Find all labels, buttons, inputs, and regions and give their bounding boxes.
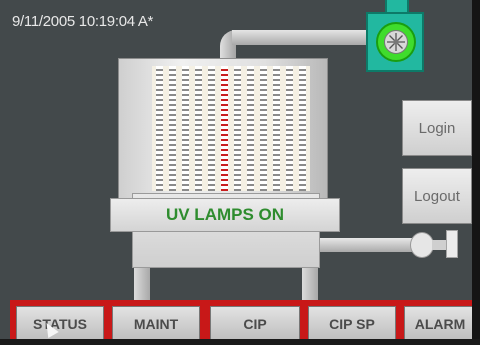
outlet-pipe <box>320 238 420 252</box>
fan-icon <box>384 30 408 54</box>
screen-bezel-bottom <box>0 339 480 345</box>
fan-blades-icon <box>387 33 405 51</box>
datetime-display: 9/11/2005 10:19:04 A* <box>12 13 154 30</box>
uv-lamp-tube <box>273 66 280 191</box>
valve-stem <box>432 240 446 250</box>
logout-button[interactable]: Logout <box>402 168 472 224</box>
valve-handle <box>446 230 458 258</box>
air-duct <box>232 30 372 45</box>
nav-maint-button[interactable]: MAINT <box>112 306 200 342</box>
uv-lamp-tube <box>247 66 254 191</box>
uv-lamp-tube <box>195 66 202 191</box>
uv-lamp-tube <box>221 66 228 191</box>
nav-status-button[interactable]: STATUS <box>16 306 104 342</box>
uv-lamp-tube <box>208 66 215 191</box>
uv-lamp-bank <box>152 66 310 191</box>
uv-lamps-status: UV LAMPS ON <box>165 205 285 224</box>
uv-lamp-tube <box>234 66 241 191</box>
uv-status-band: UV LAMPS ON <box>110 198 340 232</box>
nav-cip-sp-button[interactable]: CIP SP <box>308 306 396 342</box>
login-button[interactable]: Login <box>402 100 472 156</box>
nav-alarm-button[interactable]: ALARM <box>404 306 476 342</box>
uv-lamp-tube <box>169 66 176 191</box>
valve-icon[interactable] <box>410 232 434 258</box>
uv-lamp-tube <box>156 66 163 191</box>
nav-cip-button[interactable]: CIP <box>210 306 300 342</box>
uv-lamp-tube <box>299 66 306 191</box>
uv-lamp-tube <box>286 66 293 191</box>
fan-running-indicator <box>376 22 416 62</box>
uv-lamp-tube <box>260 66 267 191</box>
screen-bezel <box>472 0 480 345</box>
uv-lamp-tube <box>182 66 189 191</box>
exhaust-fan[interactable] <box>366 12 424 72</box>
hmi-screen: 9/11/2005 10:19:04 A* UV LAMPS ON Login … <box>0 0 480 345</box>
